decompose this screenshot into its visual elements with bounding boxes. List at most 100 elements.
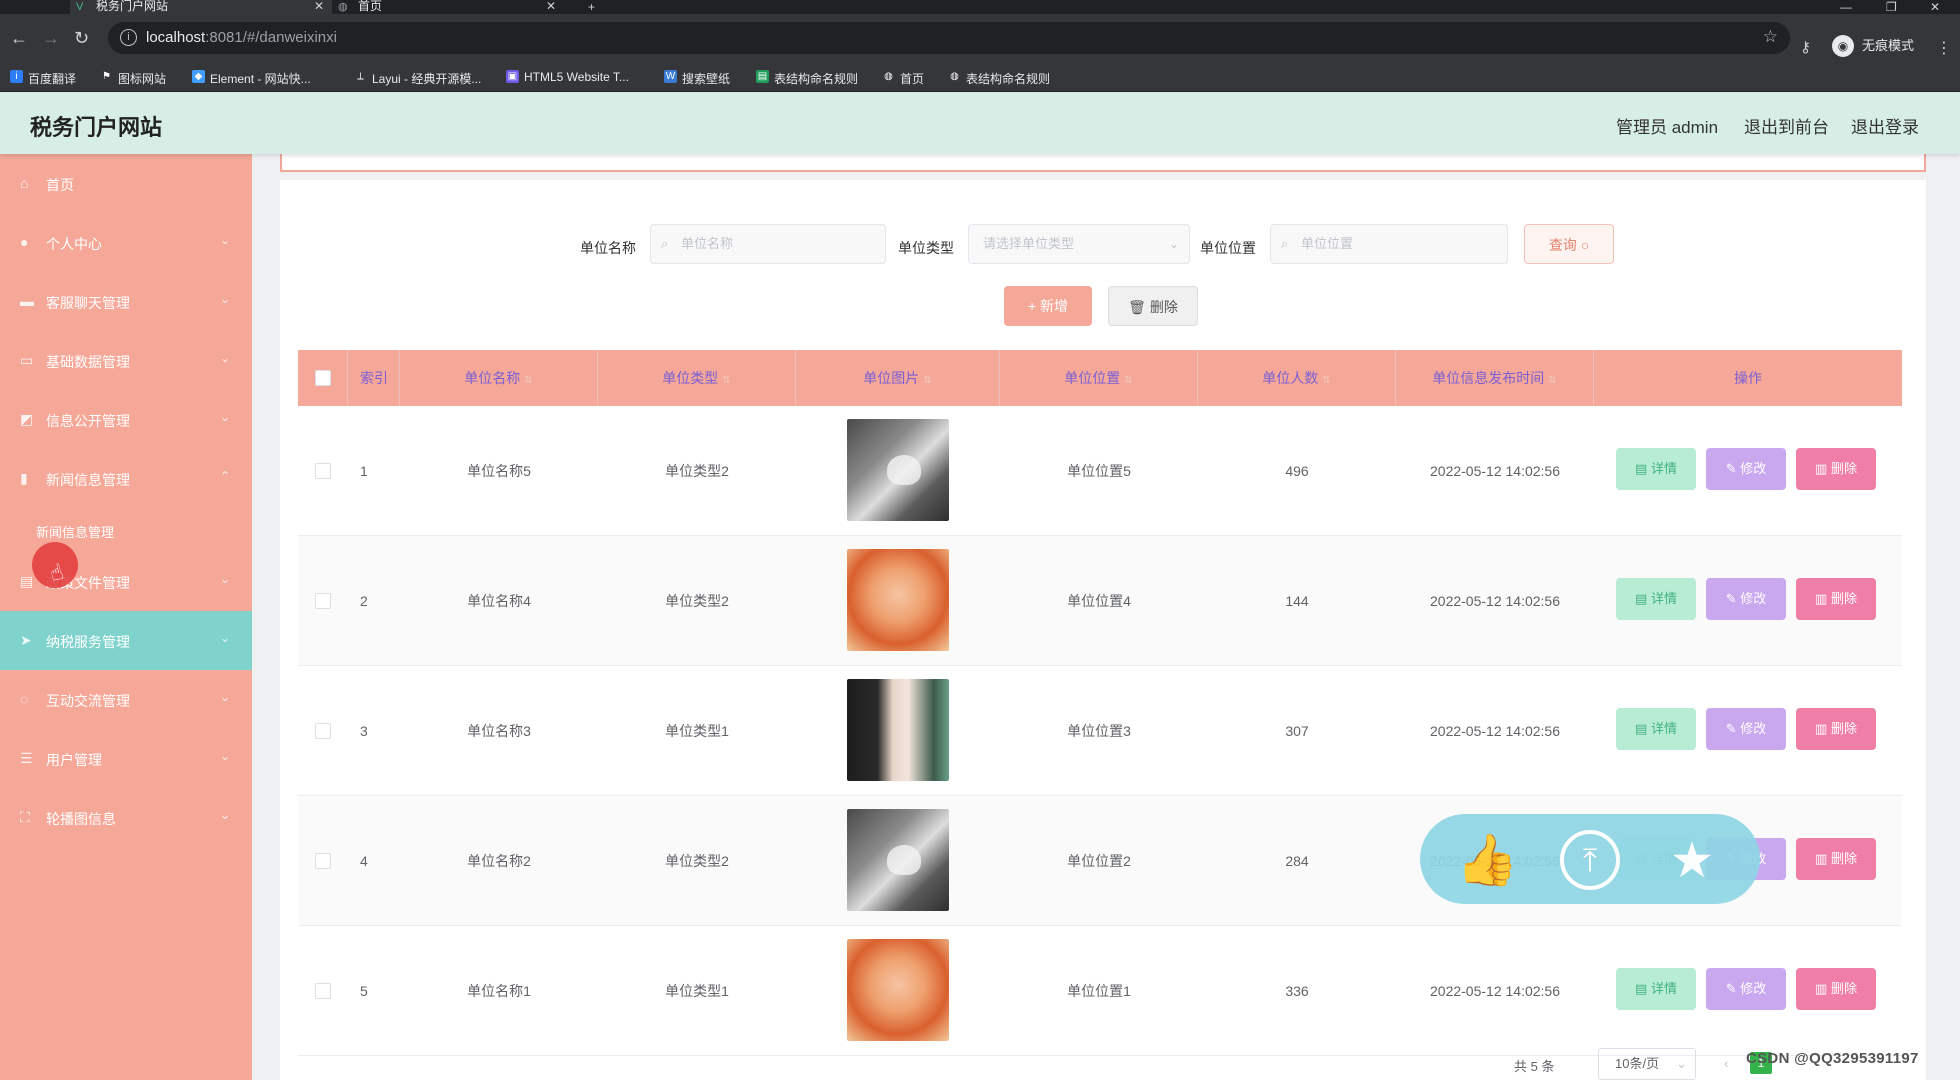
edit-button[interactable]: ✎ 修改 <box>1706 578 1786 620</box>
row-checkbox[interactable] <box>315 723 331 739</box>
bookmark-item[interactable]: ◍ 表结构命名规则 <box>948 70 1050 87</box>
close-icon[interactable]: ✕ <box>546 0 556 12</box>
logout-link[interactable]: 退出登录 <box>1851 113 1919 138</box>
browser-tab[interactable]: ◍ 首页 ✕ <box>332 0 564 14</box>
row-checkbox[interactable] <box>315 853 331 869</box>
menu-kebab-icon[interactable]: ⋮ <box>1936 38 1952 58</box>
sidebar-item-profile[interactable]: ● 个人中心 ⌄ <box>0 213 252 272</box>
table-header: 索引 单位名称 ⇅ 单位类型 ⇅ 单位图片 ⇅ 单位位置 ⇅ 单位人数 ⇅ 单位信息发布时… <box>298 350 1902 406</box>
bookmark-item[interactable]: ◍ 首页 <box>882 70 924 87</box>
unit-image[interactable] <box>847 549 949 651</box>
cell-type: 单位类型2 <box>665 463 729 479</box>
trash-icon: 🗑 <box>1128 299 1146 315</box>
edit-button[interactable]: ✎ 修改 <box>1706 708 1786 750</box>
row-checkbox[interactable] <box>315 463 331 479</box>
header-image[interactable]: 单位图片 ⇅ <box>796 350 1000 406</box>
chevron-down-icon: ⌄ <box>219 572 230 586</box>
delete-button[interactable]: ▥ 删除 <box>1796 578 1876 620</box>
edit-button[interactable]: ✎ 修改 <box>1706 448 1786 490</box>
select-all-checkbox[interactable] <box>315 370 331 386</box>
back-icon[interactable]: ← <box>10 28 28 48</box>
forward-icon[interactable]: → <box>42 28 60 48</box>
bookmark-item[interactable]: ▤ 表结构命名规则 <box>756 70 858 87</box>
back-to-front-link[interactable]: 退出到前台 <box>1744 113 1829 138</box>
minimize-icon[interactable]: — <box>1840 0 1852 14</box>
query-button[interactable]: 查询 ○ <box>1524 224 1614 264</box>
delete-button[interactable]: ▥ 删除 <box>1796 708 1876 750</box>
unit-position-input[interactable]: ⌕ 单位位置 <box>1270 224 1508 264</box>
chevron-down-icon: ⌄ <box>219 351 230 365</box>
bookmark-item[interactable]: ◆ Element - 网站快... <box>192 70 311 87</box>
sidebar-item-tax-service[interactable]: ➤ 纳税服务管理 ⌄ <box>0 611 252 670</box>
page-size-select[interactable]: 10条/页 ⌄ <box>1598 1048 1696 1080</box>
row-checkbox[interactable] <box>315 593 331 609</box>
edit-button[interactable]: ✎ 修改 <box>1706 968 1786 1010</box>
detail-button[interactable]: ▤ 详情 <box>1616 578 1696 620</box>
sidebar-item-carousel[interactable]: ⛶ 轮播图信息 ⌄ <box>0 788 252 847</box>
header-name[interactable]: 单位名称 ⇅ <box>400 350 598 406</box>
detail-button[interactable]: ▤ 详情 <box>1616 448 1696 490</box>
element-icon: ◆ <box>192 70 205 83</box>
cell-type: 单位类型1 <box>665 983 729 999</box>
sort-icon: ⇅ <box>722 375 731 386</box>
prev-page-icon[interactable]: ‹ <box>1724 1056 1728 1071</box>
sidebar-item-news[interactable]: ▮ 新闻信息管理 ⌃ <box>0 449 252 508</box>
bookmark-item[interactable]: ▣ HTML5 Website T... <box>506 70 629 84</box>
key-icon[interactable]: ⚷ <box>1800 38 1811 56</box>
cell-position: 单位位置3 <box>1067 723 1131 739</box>
close-icon[interactable]: ✕ <box>314 0 324 12</box>
filter-name-label: 单位名称 <box>580 240 636 256</box>
sort-icon: ⇅ <box>524 375 533 386</box>
incognito-badge[interactable]: ◉ 无痕模式 <box>1832 33 1914 59</box>
sidebar-item-chat[interactable]: ▬ 客服聊天管理 ⌄ <box>0 272 252 331</box>
url-field[interactable]: i localhost:8081/#/danweixinxi ☆ <box>108 22 1790 54</box>
sidebar-subitem-news[interactable]: 新闻信息管理 <box>0 508 252 552</box>
row-checkbox[interactable] <box>315 983 331 999</box>
delete-button[interactable]: ▥ 删除 <box>1796 448 1876 490</box>
sidebar-item-info-open[interactable]: ◩ 信息公开管理 ⌄ <box>0 390 252 449</box>
detail-button[interactable]: ▤ 详情 <box>1616 968 1696 1010</box>
new-tab-icon[interactable]: + <box>588 0 595 14</box>
unit-name-input[interactable]: ⌕ 单位名称 <box>650 224 886 264</box>
doc-icon: ▤ <box>1635 591 1648 606</box>
header-count[interactable]: 单位人数 ⇅ <box>1198 350 1396 406</box>
bookmark-item[interactable]: ⟂ Layui - 经典开源模... <box>354 70 481 87</box>
delete-button[interactable]: ▥ 删除 <box>1796 838 1876 880</box>
browser-tab-active[interactable]: V 税务门户网站 ✕ <box>70 0 332 14</box>
sidebar-item-home[interactable]: ⌂ 首页 <box>0 154 252 213</box>
header-position[interactable]: 单位位置 ⇅ <box>1000 350 1198 406</box>
delete-button[interactable]: ▥ 删除 <box>1796 968 1876 1010</box>
bookmark-item[interactable]: W 搜索壁纸 <box>664 70 730 87</box>
reload-icon[interactable]: ↻ <box>74 28 89 48</box>
info-icon[interactable]: i <box>120 29 137 46</box>
sidebar-item-users[interactable]: ☰ 用户管理 ⌄ <box>0 729 252 788</box>
batch-delete-button[interactable]: 🗑 删除 <box>1108 286 1198 326</box>
header-index[interactable]: 索引 <box>348 350 400 406</box>
cell-type: 单位类型1 <box>665 723 729 739</box>
maximize-icon[interactable]: ❐ <box>1886 0 1897 14</box>
html5-icon: ▣ <box>506 70 519 83</box>
cell-position: 单位位置4 <box>1067 593 1131 609</box>
thumbs-up-icon[interactable]: 👍 <box>1456 830 1518 890</box>
coin-icon[interactable]: ⤒ <box>1560 830 1620 890</box>
add-button[interactable]: + 新增 <box>1004 286 1092 326</box>
header-time[interactable]: 单位信息发布时间 ⇅ <box>1396 350 1594 406</box>
detail-button[interactable]: ▤ 详情 <box>1616 708 1696 750</box>
star-icon[interactable]: ☆ <box>1763 27 1778 47</box>
unit-image[interactable] <box>847 939 949 1041</box>
unit-image[interactable] <box>847 679 949 781</box>
unit-image[interactable] <box>847 419 949 521</box>
close-window-icon[interactable]: ✕ <box>1930 0 1940 14</box>
home-icon: ⌂ <box>20 175 29 191</box>
star-icon[interactable]: ★ <box>1662 830 1722 890</box>
search-icon: ⌕ <box>1281 236 1289 251</box>
sidebar-item-interaction[interactable]: ◌ 互动交流管理 ⌄ <box>0 670 252 729</box>
header-type[interactable]: 单位类型 ⇅ <box>598 350 796 406</box>
unit-type-select[interactable]: 请选择单位类型 ⌄ <box>968 224 1190 264</box>
bookmark-item[interactable]: i 百度翻译 <box>10 70 76 87</box>
unit-image[interactable] <box>847 809 949 911</box>
sidebar-item-basic-data[interactable]: ▭ 基础数据管理 ⌄ <box>0 331 252 390</box>
chat-icon: ▬ <box>20 293 34 309</box>
trash-icon: ▥ <box>1815 591 1828 606</box>
bookmark-item[interactable]: ⚑ 图标网站 <box>100 70 166 87</box>
